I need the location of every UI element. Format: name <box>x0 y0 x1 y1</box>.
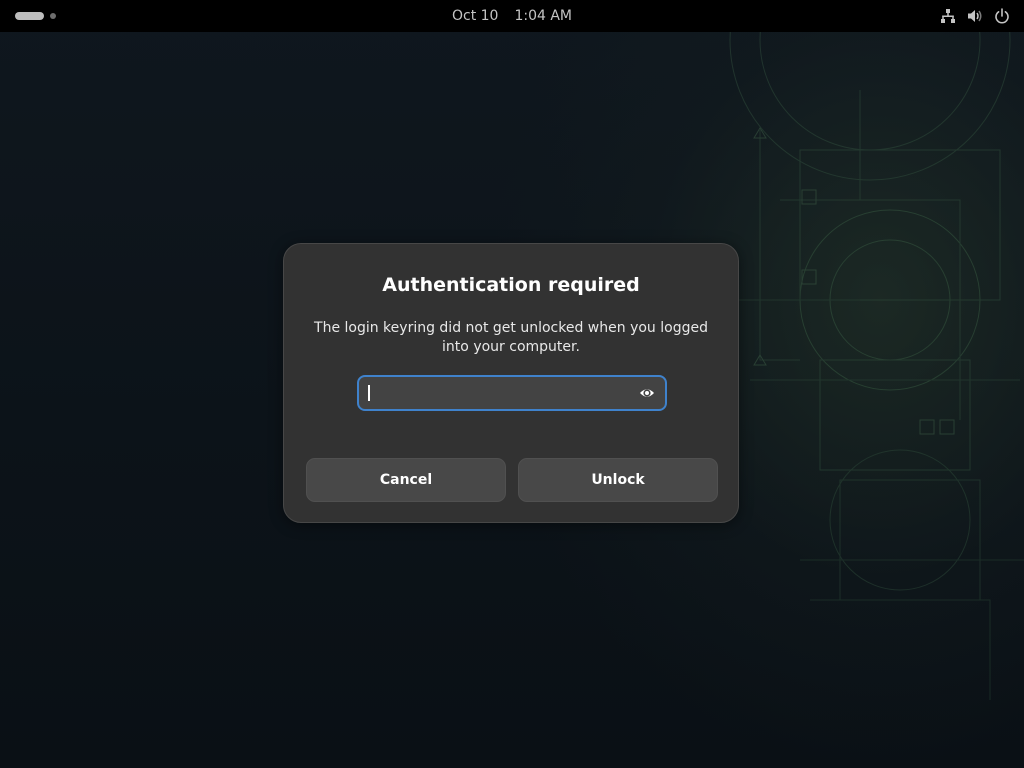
password-field[interactable] <box>357 375 667 411</box>
power-icon <box>994 8 1010 24</box>
cancel-button[interactable]: Cancel <box>306 458 506 502</box>
volume-icon <box>967 8 983 24</box>
clock-button[interactable]: Oct 10 1:04 AM <box>0 0 1024 32</box>
password-input[interactable] <box>367 377 629 409</box>
desktop-background: Oct 10 1:04 AM Authentication required T… <box>0 0 1024 768</box>
unlock-button[interactable]: Unlock <box>518 458 718 502</box>
authentication-dialog: Authentication required The login keyrin… <box>283 243 739 523</box>
dialog-message: The login keyring did not get unlocked w… <box>314 320 708 355</box>
top-bar: Oct 10 1:04 AM <box>0 0 1024 32</box>
clock-date: Oct 10 <box>451 8 499 24</box>
system-tray[interactable] <box>940 0 1010 32</box>
eye-icon[interactable] <box>639 385 655 401</box>
text-caret <box>368 385 370 401</box>
network-wired-icon <box>940 8 956 24</box>
dialog-title: Authentication required <box>382 274 640 296</box>
clock-time: 1:04 AM <box>514 8 573 24</box>
